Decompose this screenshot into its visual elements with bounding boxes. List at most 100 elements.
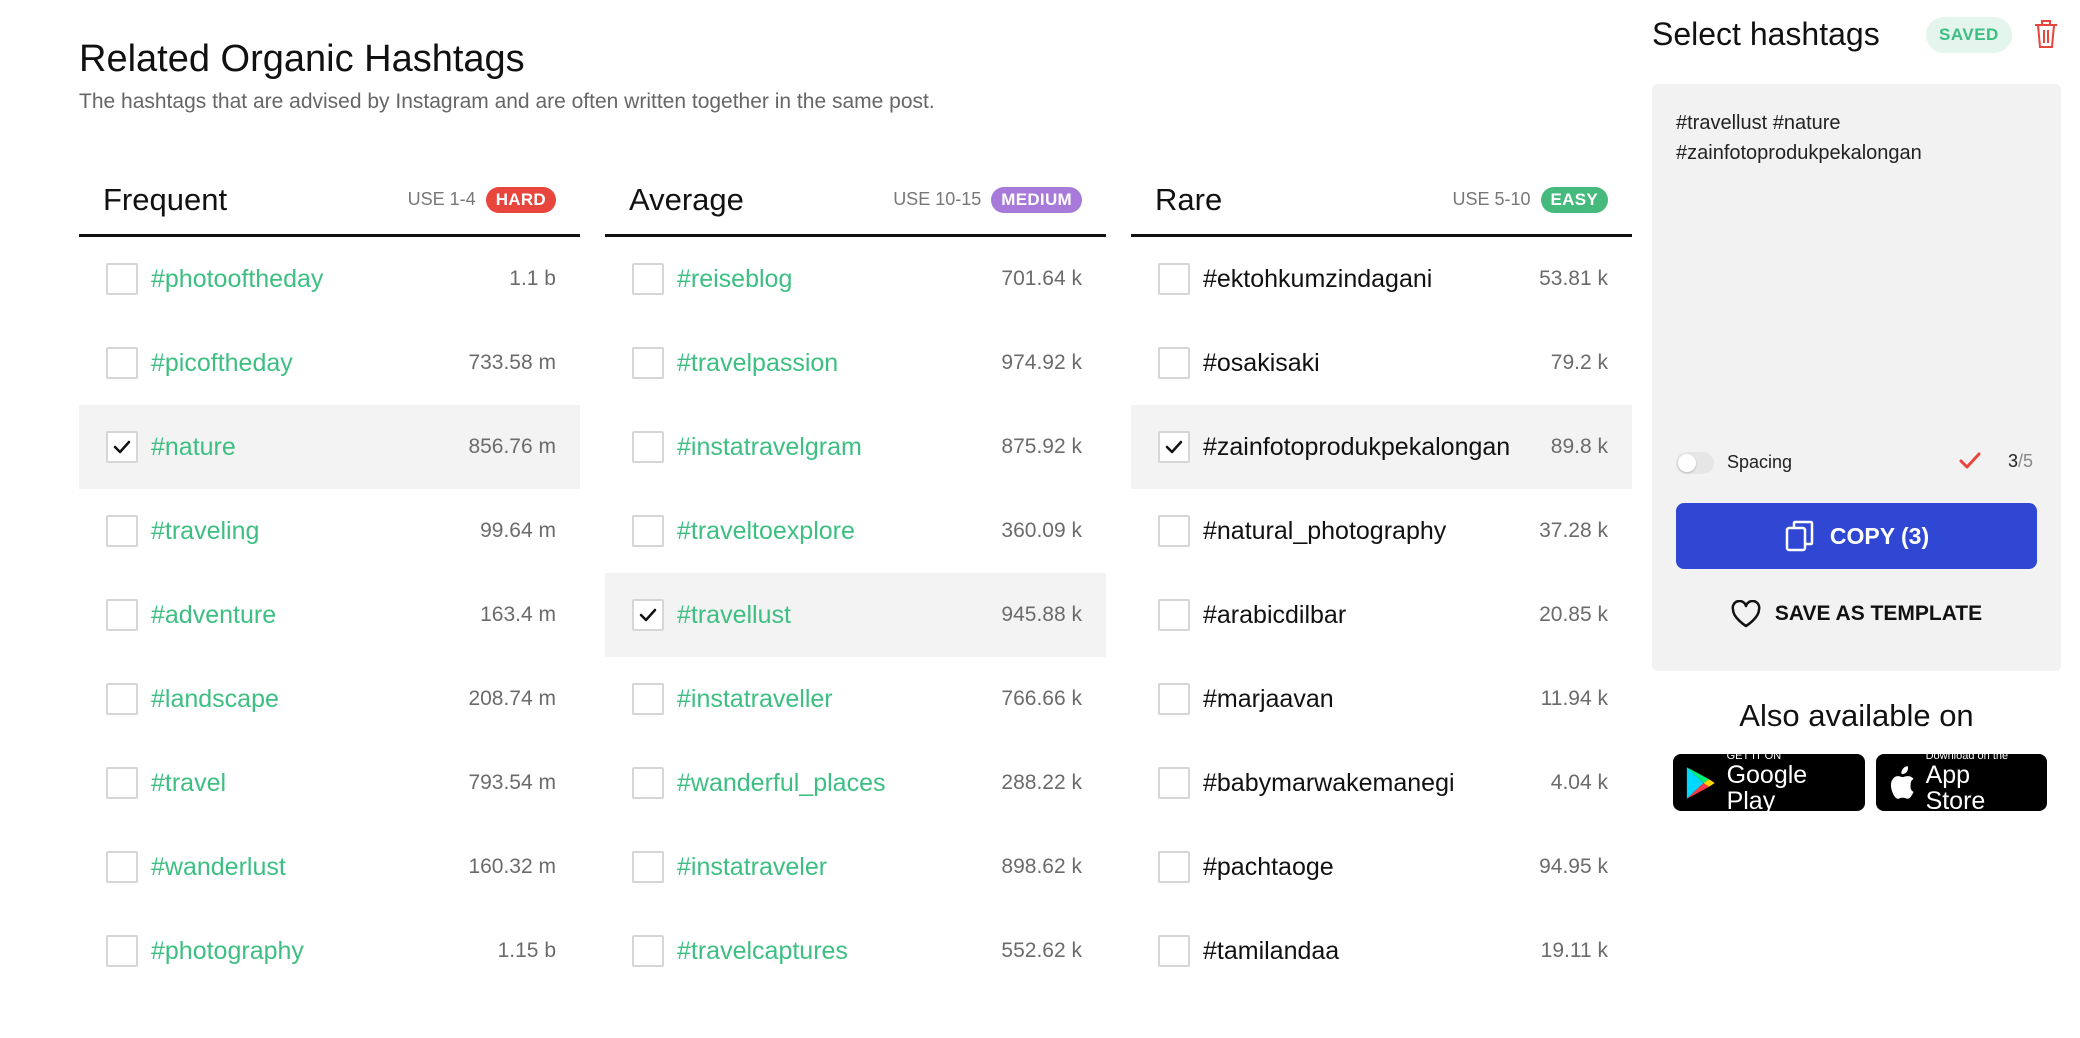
hashtag-row[interactable]: #osakisaki 79.2 k	[1131, 321, 1632, 405]
hashtag-checkbox[interactable]	[632, 935, 664, 967]
hashtag-checkbox[interactable]	[106, 263, 138, 295]
hashtag-row[interactable]: #landscape 208.74 m	[79, 657, 580, 741]
hashtag-label[interactable]: #wanderful_places	[677, 769, 1001, 798]
hashtag-row[interactable]: #instatraveller 766.66 k	[605, 657, 1106, 741]
hashtag-label[interactable]: #travelcaptures	[677, 937, 1001, 966]
hashtag-checkbox[interactable]	[106, 683, 138, 715]
hashtag-label[interactable]: #tamilandaa	[1203, 937, 1541, 966]
hashtag-checkbox[interactable]	[106, 347, 138, 379]
hashtag-row[interactable]: #travelcaptures 552.62 k	[605, 909, 1106, 993]
hashtag-checkbox[interactable]	[1158, 767, 1190, 799]
hashtag-label[interactable]: #instatravelgram	[677, 433, 1001, 462]
hashtag-label[interactable]: #babymarwakemanegi	[1203, 769, 1551, 798]
hashtag-row[interactable]: #travelpassion 974.92 k	[605, 321, 1106, 405]
hashtag-checkbox[interactable]	[632, 347, 664, 379]
hashtag-row[interactable]: #natural_photography 37.28 k	[1131, 489, 1632, 573]
spacing-toggle[interactable]	[1676, 452, 1714, 474]
hashtag-row[interactable]: #nature 856.76 m	[79, 405, 580, 489]
copy-button-label: COPY (3)	[1829, 522, 1930, 549]
hashtag-row[interactable]: #picoftheday 733.58 m	[79, 321, 580, 405]
hashtag-row[interactable]: #pachtaoge 94.95 k	[1131, 825, 1632, 909]
hashtag-label[interactable]: #natural_photography	[1203, 517, 1539, 546]
hashtag-label[interactable]: #ektohkumzindagani	[1203, 265, 1539, 294]
hashtag-checkbox[interactable]	[1158, 515, 1190, 547]
hashtag-checkbox[interactable]	[632, 263, 664, 295]
hashtag-checkbox[interactable]	[632, 599, 664, 631]
hashtag-row[interactable]: #marjaavan 11.94 k	[1131, 657, 1632, 741]
hashtag-label[interactable]: #photooftheday	[151, 265, 509, 294]
hashtag-label[interactable]: #nature	[151, 433, 468, 462]
hashtag-checkbox[interactable]	[106, 767, 138, 799]
hashtag-label[interactable]: #photography	[151, 937, 498, 966]
hashtag-label[interactable]: #arabicdilbar	[1203, 601, 1539, 630]
app-store-badge[interactable]: Download on the App Store	[1876, 751, 2047, 814]
hashtag-row[interactable]: #traveling 99.64 m	[79, 489, 580, 573]
hashtag-label[interactable]: #travel	[151, 769, 468, 798]
hashtag-label[interactable]: #reiseblog	[677, 265, 1001, 294]
hashtag-label[interactable]: #traveltoexplore	[677, 517, 1001, 546]
hashtag-label[interactable]: #adventure	[151, 601, 480, 630]
hashtag-post-count: 288.22 k	[1001, 771, 1082, 794]
hashtag-checkbox[interactable]	[106, 935, 138, 967]
hashtag-checkbox[interactable]	[1158, 263, 1190, 295]
hashtag-checkbox[interactable]	[1158, 935, 1190, 967]
hashtag-label[interactable]: #picoftheday	[151, 349, 468, 378]
hashtag-checkbox[interactable]	[106, 515, 138, 547]
trash-icon[interactable]	[2032, 18, 2060, 50]
hashtag-checkbox[interactable]	[106, 431, 138, 463]
hashtag-row[interactable]: #wanderlust 160.32 m	[79, 825, 580, 909]
hashtag-label[interactable]: #marjaavan	[1203, 685, 1541, 714]
difficulty-badge: MEDIUM	[991, 186, 1082, 213]
google-play-badge[interactable]: GET IT ON Google Play	[1673, 751, 1865, 814]
hashtag-label[interactable]: #instatraveler	[677, 853, 1001, 882]
hashtag-row[interactable]: #traveltoexplore 360.09 k	[605, 489, 1106, 573]
save-template-button[interactable]: SAVE AS TEMPLATE	[1676, 589, 2037, 639]
hashtag-checkbox[interactable]	[106, 599, 138, 631]
hashtag-row[interactable]: #photography 1.15 b	[79, 909, 580, 993]
hashtag-checkbox[interactable]	[632, 515, 664, 547]
hashtag-row[interactable]: #wanderful_places 288.22 k	[605, 741, 1106, 825]
panel-title: Select hashtags	[1652, 16, 1880, 52]
hashtag-row[interactable]: #zainfotoprodukpekalongan 89.8 k	[1131, 405, 1632, 489]
hashtag-label[interactable]: #zainfotoprodukpekalongan	[1203, 433, 1551, 462]
hashtag-checkbox[interactable]	[1158, 851, 1190, 883]
hashtag-row[interactable]: #arabicdilbar 20.85 k	[1131, 573, 1632, 657]
hashtag-label[interactable]: #travelpassion	[677, 349, 1001, 378]
copy-button[interactable]: COPY (3)	[1676, 503, 2037, 569]
hashtag-checkbox[interactable]	[632, 683, 664, 715]
selected-hashtags-text[interactable]: #travellust #nature #zainfotoprodukpekal…	[1676, 108, 2036, 168]
hashtag-row[interactable]: #babymarwakemanegi 4.04 k	[1131, 741, 1632, 825]
hashtag-checkbox[interactable]	[106, 851, 138, 883]
hashtag-row[interactable]: #instatraveler 898.62 k	[605, 825, 1106, 909]
hashtag-row[interactable]: #reiseblog 701.64 k	[605, 237, 1106, 321]
hashtag-label[interactable]: #wanderlust	[151, 853, 468, 882]
hashtag-checkbox[interactable]	[1158, 431, 1190, 463]
hashtag-list: #ektohkumzindagani 53.81 k #osakisaki 79.2 …	[1131, 237, 1632, 993]
google-play-icon	[1686, 766, 1715, 799]
hashtag-label[interactable]: #instatraveller	[677, 685, 1001, 714]
hashtag-post-count: 552.62 k	[1001, 939, 1082, 962]
usage-hint: USE 5-10	[1452, 189, 1531, 209]
hashtag-checkbox[interactable]	[632, 431, 664, 463]
hashtag-row[interactable]: #photooftheday 1.1 b	[79, 237, 580, 321]
hashtag-row[interactable]: #travellust 945.88 k	[605, 573, 1106, 657]
heart-icon	[1731, 600, 1761, 628]
hashtag-label[interactable]: #landscape	[151, 685, 468, 714]
hashtag-row[interactable]: #travel 793.54 m	[79, 741, 580, 825]
hashtag-row[interactable]: #tamilandaa 19.11 k	[1131, 909, 1632, 993]
hashtag-post-count: 11.94 k	[1540, 687, 1608, 710]
hashtag-checkbox[interactable]	[1158, 683, 1190, 715]
hashtag-label[interactable]: #traveling	[151, 517, 480, 546]
hashtag-label[interactable]: #travellust	[677, 601, 1001, 630]
hashtag-checkbox[interactable]	[632, 851, 664, 883]
max-count: /5	[2018, 451, 2034, 471]
save-template-label: SAVE AS TEMPLATE	[1774, 602, 1983, 625]
hashtag-row[interactable]: #adventure 163.4 m	[79, 573, 580, 657]
hashtag-row[interactable]: #ektohkumzindagani 53.81 k	[1131, 237, 1632, 321]
hashtag-label[interactable]: #pachtaoge	[1203, 853, 1539, 882]
hashtag-checkbox[interactable]	[1158, 347, 1190, 379]
hashtag-checkbox[interactable]	[1158, 599, 1190, 631]
hashtag-checkbox[interactable]	[632, 767, 664, 799]
hashtag-row[interactable]: #instatravelgram 875.92 k	[605, 405, 1106, 489]
hashtag-label[interactable]: #osakisaki	[1203, 349, 1551, 378]
